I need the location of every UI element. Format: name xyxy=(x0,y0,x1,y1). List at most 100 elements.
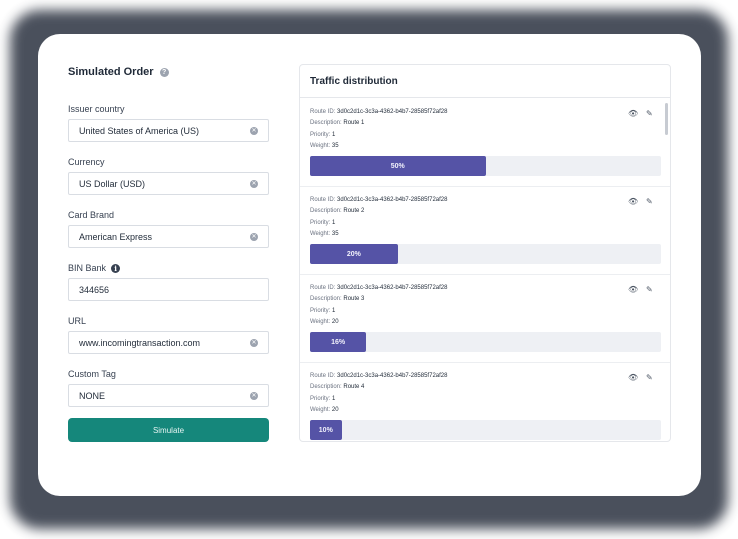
simulated-order-header: Simulated Order ? xyxy=(68,66,169,78)
route-weight-line: Weight: 35 xyxy=(310,229,660,240)
route-weight-line: Weight: 20 xyxy=(310,405,660,416)
priority-label: Priority: xyxy=(310,131,331,138)
bin-bank-value: 344656 xyxy=(79,284,110,295)
priority-value: 1 xyxy=(332,131,336,138)
edit-icon[interactable]: ✎ xyxy=(646,198,656,206)
priority-label: Priority: xyxy=(310,219,331,226)
bin-bank-input[interactable]: 344656 xyxy=(68,278,269,301)
issuer-country-label: Issuer country xyxy=(68,104,125,114)
card-brand-label-text: Card Brand xyxy=(68,210,115,220)
route-id-label: Route ID: xyxy=(310,197,336,203)
distribution-bar-fill: 50% xyxy=(310,156,486,176)
weight-value: 35 xyxy=(331,142,339,149)
route-id-line: Route ID: 3d0c2d1c-3c3a-4362-b4b7-28585f… xyxy=(310,195,660,206)
route-weight-line: Weight: 20 xyxy=(310,317,660,328)
weight-value: 20 xyxy=(331,406,339,413)
weight-label: Weight: xyxy=(310,142,331,149)
custom-tag-label-text: Custom Tag xyxy=(68,369,116,379)
weight-value: 20 xyxy=(331,318,339,325)
issuer-country-select[interactable]: United States of America (US) ✕ xyxy=(68,119,269,142)
route-priority-line: Priority: 1 xyxy=(310,394,660,405)
description-label: Description: xyxy=(310,296,342,303)
route-actions: 👁 ✎ xyxy=(628,198,656,206)
clear-icon[interactable]: ✕ xyxy=(250,179,258,188)
route-item: Route ID: 3d0c2d1c-3c3a-4362-b4b7-28585f… xyxy=(300,363,670,441)
custom-tag-label: Custom Tag xyxy=(68,369,116,379)
route-description-line: Description: Route 2 xyxy=(310,206,660,217)
description-label: Description: xyxy=(310,384,342,391)
weight-label: Weight: xyxy=(310,318,331,325)
route-id-label: Route ID: xyxy=(310,373,336,379)
simulation-card: Simulated Order ? Issuer country United … xyxy=(38,34,701,496)
currency-value: US Dollar (USD) xyxy=(79,178,146,189)
description-value: Route 4 xyxy=(343,384,365,391)
form-title: Simulated Order xyxy=(68,66,154,78)
eye-icon[interactable]: 👁 xyxy=(628,110,638,118)
route-priority-line: Priority: 1 xyxy=(310,218,660,229)
description-value: Route 1 xyxy=(343,120,365,127)
route-id-value: 3d0c2d1c-3c3a-4362-b4b7-28585f72af28 xyxy=(337,373,448,379)
panel-title-text: Traffic distribution xyxy=(310,75,398,87)
priority-label: Priority: xyxy=(310,395,331,402)
route-item: Route ID: 3d0c2d1c-3c3a-4362-b4b7-28585f… xyxy=(300,275,670,363)
route-id-label: Route ID: xyxy=(310,285,336,291)
distribution-bar-fill: 10% xyxy=(310,420,342,440)
url-input[interactable]: www.incomingtransaction.com ✕ xyxy=(68,331,269,354)
currency-label: Currency xyxy=(68,157,105,167)
distribution-bar-fill: 16% xyxy=(310,332,367,352)
priority-label: Priority: xyxy=(310,307,331,314)
eye-icon[interactable]: 👁 xyxy=(628,198,638,206)
route-description-line: Description: Route 4 xyxy=(310,382,660,393)
clear-icon[interactable]: ✕ xyxy=(250,391,258,400)
url-value: www.incomingtransaction.com xyxy=(79,337,201,348)
url-label-text: URL xyxy=(68,316,87,326)
scrollbar[interactable] xyxy=(665,103,668,135)
distribution-bar-fill: 20% xyxy=(310,244,398,264)
card-brand-value: American Express xyxy=(79,231,153,242)
route-description-line: Description: Route 3 xyxy=(310,294,660,305)
traffic-distribution-panel: Traffic distribution Route ID: 3d0c2d1c-… xyxy=(299,64,671,442)
route-id-line: Route ID: 3d0c2d1c-3c3a-4362-b4b7-28585f… xyxy=(310,371,660,382)
clear-icon[interactable]: ✕ xyxy=(250,126,258,135)
route-list[interactable]: Route ID: 3d0c2d1c-3c3a-4362-b4b7-28585f… xyxy=(300,99,670,441)
card-brand-select[interactable]: American Express ✕ xyxy=(68,225,269,248)
route-description-line: Description: Route 1 xyxy=(310,118,660,129)
edit-icon[interactable]: ✎ xyxy=(646,374,656,382)
distribution-bar-track: 10% xyxy=(310,420,661,440)
info-icon[interactable]: i xyxy=(111,263,121,273)
route-id-value: 3d0c2d1c-3c3a-4362-b4b7-28585f72af28 xyxy=(337,197,448,203)
priority-value: 1 xyxy=(332,395,336,402)
custom-tag-select[interactable]: NONE ✕ xyxy=(68,384,269,407)
help-icon[interactable]: ? xyxy=(159,67,169,77)
edit-icon[interactable]: ✎ xyxy=(646,286,656,294)
priority-value: 1 xyxy=(332,219,336,226)
description-label: Description: xyxy=(310,208,342,215)
weight-value: 35 xyxy=(331,230,339,237)
issuer-country-value: United States of America (US) xyxy=(79,125,200,136)
weight-label: Weight: xyxy=(310,406,331,413)
route-id-value: 3d0c2d1c-3c3a-4362-b4b7-28585f72af28 xyxy=(337,285,448,291)
card-brand-label: Card Brand xyxy=(68,210,114,220)
eye-icon[interactable]: 👁 xyxy=(628,286,638,294)
url-label: URL xyxy=(68,316,86,326)
route-item: Route ID: 3d0c2d1c-3c3a-4362-b4b7-28585f… xyxy=(300,99,670,187)
distribution-bar-track: 16% xyxy=(310,332,661,352)
description-value: Route 3 xyxy=(343,296,365,303)
clear-icon[interactable]: ✕ xyxy=(250,338,258,347)
clear-icon[interactable]: ✕ xyxy=(250,232,258,241)
route-priority-line: Priority: 1 xyxy=(310,306,660,317)
description-label: Description: xyxy=(310,120,342,127)
distribution-bar-track: 50% xyxy=(310,156,661,176)
route-item: Route ID: 3d0c2d1c-3c3a-4362-b4b7-28585f… xyxy=(300,187,670,275)
route-actions: 👁 ✎ xyxy=(628,110,656,118)
route-actions: 👁 ✎ xyxy=(628,374,656,382)
route-id-label: Route ID: xyxy=(310,109,336,115)
currency-select[interactable]: US Dollar (USD) ✕ xyxy=(68,172,269,195)
edit-icon[interactable]: ✎ xyxy=(646,110,656,118)
eye-icon[interactable]: 👁 xyxy=(628,374,638,382)
simulate-button[interactable]: Simulate xyxy=(68,418,269,442)
bin-bank-label-text: BIN Bank xyxy=(68,263,107,273)
currency-label-text: Currency xyxy=(68,157,105,167)
route-actions: 👁 ✎ xyxy=(628,286,656,294)
description-value: Route 2 xyxy=(343,208,365,215)
